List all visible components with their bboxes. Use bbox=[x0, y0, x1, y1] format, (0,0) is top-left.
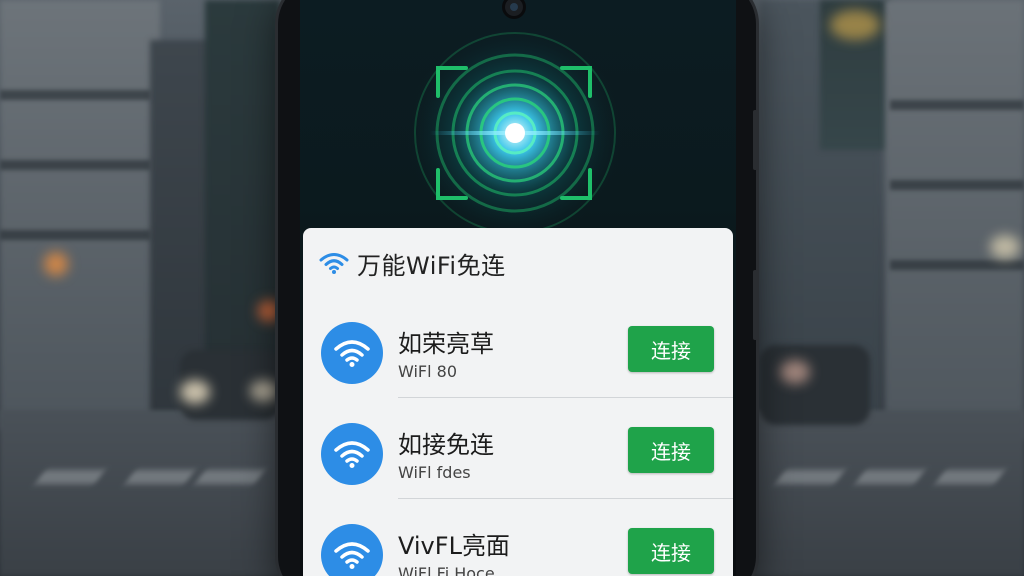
background-building bbox=[205, 0, 280, 400]
network-name: 如接免连 bbox=[398, 431, 494, 459]
divider bbox=[398, 498, 733, 499]
connect-button[interactable]: 连接 bbox=[628, 326, 714, 372]
street-light bbox=[258, 300, 280, 322]
street-light bbox=[830, 10, 880, 40]
connect-button[interactable]: 连接 bbox=[628, 528, 714, 574]
car-taillight bbox=[780, 360, 810, 384]
network-avatar bbox=[321, 423, 383, 485]
wifi-icon bbox=[334, 340, 370, 367]
connect-button[interactable]: 连接 bbox=[628, 427, 714, 473]
divider bbox=[398, 397, 733, 398]
network-subtitle: WiFl fdes bbox=[398, 463, 471, 482]
network-subtitle: WiFl 80 bbox=[398, 362, 458, 381]
crosswalk-stripe bbox=[775, 470, 845, 484]
background-building bbox=[885, 0, 1024, 440]
car-headlight bbox=[250, 380, 278, 402]
wifi-icon bbox=[334, 441, 370, 468]
scan-frame-icon bbox=[405, 23, 625, 240]
background-window bbox=[0, 90, 150, 100]
background-window bbox=[890, 260, 1024, 270]
wifi-card: 万能WiFi免连 如荣亮草 WiFl 80 连接 如接免连 WiFl fdes … bbox=[303, 228, 733, 576]
network-avatar bbox=[321, 524, 383, 576]
wifi-icon bbox=[334, 542, 370, 569]
network-subtitle: WiFl Fi Hoce bbox=[398, 564, 495, 576]
background-building bbox=[0, 0, 160, 430]
car-headlight bbox=[180, 380, 210, 404]
network-item[interactable]: 如接免连 WiFl fdes 连接 bbox=[303, 399, 733, 499]
crosswalk-stripe bbox=[35, 470, 105, 484]
crosswalk-stripe bbox=[125, 470, 195, 484]
phone-power-button bbox=[753, 270, 758, 340]
street-light bbox=[44, 252, 68, 276]
background-window bbox=[890, 180, 1024, 190]
app-title: 万能WiFi免连 bbox=[357, 251, 506, 280]
background-window bbox=[0, 230, 150, 240]
background-window bbox=[0, 160, 150, 170]
background-car bbox=[760, 345, 870, 425]
crosswalk-stripe bbox=[855, 470, 925, 484]
crosswalk-stripe bbox=[935, 470, 1005, 484]
network-name: 如荣亮草 bbox=[398, 330, 494, 358]
phone-volume-button bbox=[753, 110, 758, 170]
network-item[interactable]: 如荣亮草 WiFl 80 连接 bbox=[303, 298, 733, 398]
scene: 万能WiFi免连 如荣亮草 WiFl 80 连接 如接免连 WiFl fdes … bbox=[0, 0, 1024, 576]
network-item[interactable]: VivFL亮面 WiFl Fi Hoce 连接 bbox=[303, 500, 733, 576]
network-avatar bbox=[321, 322, 383, 384]
crosswalk-stripe bbox=[195, 470, 265, 484]
street-light bbox=[990, 235, 1020, 259]
network-name: VivFL亮面 bbox=[398, 532, 510, 560]
wifi-icon bbox=[319, 253, 349, 274]
card-header: 万能WiFi免连 bbox=[319, 248, 506, 280]
background-window bbox=[890, 100, 1024, 110]
